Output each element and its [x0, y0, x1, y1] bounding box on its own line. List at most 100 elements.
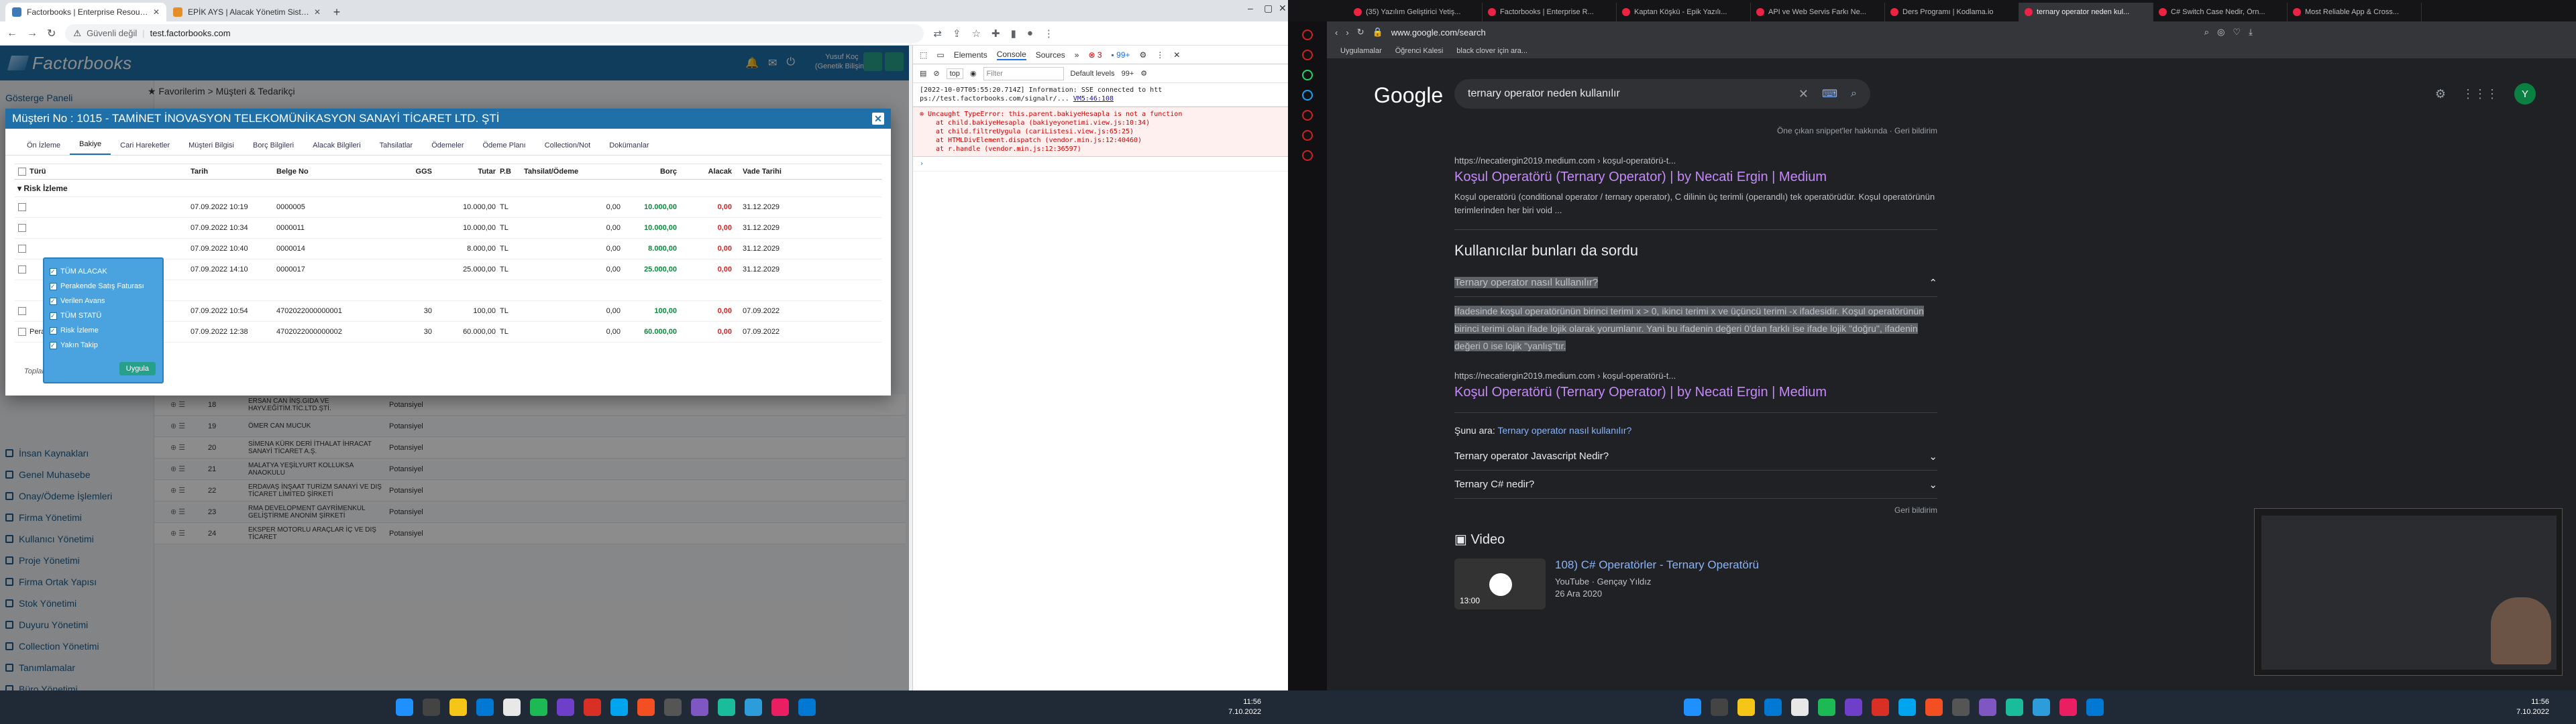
twitter-icon[interactable] — [1302, 90, 1313, 101]
close-icon[interactable]: ✕ — [872, 113, 884, 125]
filter-option[interactable]: ✓ Yakın Takip — [50, 338, 157, 353]
row-checkbox[interactable] — [15, 245, 30, 253]
modal-tab[interactable]: Borç Bilgileri — [244, 141, 303, 155]
taskbar-app-icon[interactable] — [423, 699, 440, 716]
search-icon[interactable]: ⌕ — [1851, 88, 1857, 100]
minimize-icon[interactable]: – — [1248, 3, 1253, 13]
dock-icon[interactable]: ⋮ — [1156, 50, 1164, 60]
taskbar-app-icon[interactable] — [2006, 699, 2023, 716]
result-title-link[interactable]: Koşul Operatörü (Ternary Operator) | by … — [1454, 385, 1937, 400]
row-checkbox[interactable] — [15, 224, 30, 232]
filter-option[interactable]: ✓ TÜM ALACAK — [50, 264, 157, 279]
filter-option[interactable]: ✓ TÜM STATÜ — [50, 308, 157, 323]
taskbar-app-icon[interactable] — [718, 699, 735, 716]
taskbar-app-icon[interactable] — [610, 699, 628, 716]
sidebar-toggle-icon[interactable]: ▤ — [920, 69, 926, 78]
context-select[interactable]: top — [946, 68, 963, 79]
taskbar-app-icon[interactable] — [1684, 699, 1701, 716]
settings-icon[interactable]: ⚙ — [1140, 50, 1147, 60]
taskbar-app-icon[interactable] — [1737, 699, 1755, 716]
browser-tab[interactable]: API ve Web Servis Farkı Ne... — [1751, 3, 1885, 21]
modal-tab[interactable]: Müşteri Bilgisi — [179, 141, 244, 155]
search-box[interactable]: ternary operator neden kullanılır ✕ ⌨ ⌕ — [1454, 79, 1870, 109]
url-field[interactable]: ⚠ Güvenli değil | test.factorbooks.com — [65, 23, 924, 43]
filter-checkbox[interactable]: ✓ — [50, 312, 57, 320]
featured-snippet-note[interactable]: Öne çıkan snippet'ler hakkında · Geri bi… — [1454, 126, 1937, 135]
taskbar-app-icon[interactable] — [449, 699, 467, 716]
apply-button[interactable]: Uygula — [119, 362, 156, 375]
row-checkbox[interactable] — [15, 265, 30, 274]
taskbar-app-icon[interactable] — [396, 699, 413, 716]
console-prompt[interactable]: › — [913, 157, 1288, 172]
back-icon[interactable]: ‹ — [1335, 27, 1338, 38]
col-collection[interactable]: Tahsilat/Ödeme — [524, 168, 625, 176]
filter-option[interactable]: ✓ Risk İzleme — [50, 323, 157, 338]
home-icon[interactable] — [1302, 29, 1313, 40]
heart-icon[interactable]: ♡ — [2233, 27, 2241, 38]
taskbar-app-icon[interactable] — [1898, 699, 1916, 716]
star-icon[interactable]: ☆ — [972, 27, 981, 40]
more-tabs-icon[interactable]: » — [1075, 50, 1079, 60]
row-checkbox[interactable] — [15, 203, 30, 211]
eye-icon[interactable]: ◉ — [970, 69, 977, 78]
taskbar-app-icon[interactable] — [530, 699, 547, 716]
feedback-link[interactable]: Geri bildirim — [1454, 505, 1937, 515]
browser-tab[interactable]: Ders Programı | Kodlama.io — [1885, 3, 2019, 21]
select-all-checkbox[interactable] — [15, 168, 30, 176]
profile-icon[interactable]: ● — [1027, 27, 1033, 40]
issues-count[interactable]: ▪ 99+ — [1112, 50, 1130, 60]
filter-checkbox[interactable]: ✓ — [50, 297, 57, 305]
video-thumbnail[interactable]: 13:00 — [1454, 558, 1546, 609]
grid-row[interactable]: 07.09.2022 10:40 0000014 8.000,00 TL 0,00 8.0… — [15, 239, 881, 259]
result-url[interactable]: https://necatiergin2019.medium.com › koş… — [1454, 371, 1937, 381]
stack-line[interactable]: at HTMLDivElement.dispatch (vendor.min.j… — [920, 136, 1281, 145]
browser-tab[interactable]: Kaptan Köşkü - Epik Yazılı... — [1617, 3, 1751, 21]
modal-tab[interactable]: Cari Hareketler — [111, 141, 179, 155]
taskbar-app-icon[interactable] — [1711, 699, 1728, 716]
close-window-icon[interactable]: ✕ — [1279, 3, 1287, 14]
tab-epik-ays[interactable]: EPİK AYS | Alacak Yönetim Siste... ✕ — [166, 3, 327, 21]
taskbar-app-icon[interactable] — [1791, 699, 1809, 716]
instagram-icon[interactable] — [1302, 110, 1313, 121]
taskbar-app-icon[interactable] — [637, 699, 655, 716]
col-amount[interactable]: Tutar — [436, 168, 500, 176]
close-tab-icon[interactable]: ✕ — [314, 7, 321, 17]
video-title[interactable]: 108) C# Operatörler - Ternary Operatörü — [1555, 558, 1759, 572]
menu-icon[interactable]: ⋮ — [1044, 27, 1054, 40]
group-header[interactable]: ▾ Risk İzleme — [15, 180, 881, 197]
modal-tab[interactable]: Ödemeler — [422, 141, 473, 155]
tab-sources[interactable]: Sources — [1036, 50, 1065, 60]
taskbar-app-icon[interactable] — [557, 699, 574, 716]
filter-checkbox[interactable]: ✓ — [50, 326, 57, 335]
col-ggs[interactable]: GGS — [411, 168, 436, 176]
taskbar-app-icon[interactable] — [1925, 699, 1943, 716]
taskbar-app-icon[interactable] — [691, 699, 708, 716]
download-icon[interactable]: ⤓ — [2249, 27, 2253, 38]
taskbar-app-icon[interactable] — [476, 699, 494, 716]
browser-tab[interactable]: (35) Yazılım Geliştirici Yetiş... — [1348, 3, 1483, 21]
taskbar-app-icon[interactable] — [745, 699, 762, 716]
search-icon[interactable]: ⌕ — [2204, 27, 2209, 38]
video-result[interactable]: 13:00 108) C# Operatörler - Ternary Oper… — [1454, 558, 1937, 609]
close-tab-icon[interactable]: ✕ — [153, 7, 160, 17]
forward-icon[interactable]: › — [1346, 27, 1348, 38]
filter-checkbox[interactable]: ✓ — [50, 267, 57, 276]
modal-tab[interactable]: Tahsilatlar — [370, 141, 423, 155]
bookmark-ogrenci[interactable]: Öğrenci Kalesi — [1395, 47, 1444, 55]
history-icon[interactable] — [1302, 130, 1313, 141]
modal-tab[interactable]: Dokümanlar — [600, 141, 658, 155]
col-doc[interactable]: Belge No — [276, 168, 411, 176]
share-icon[interactable]: ⇪ — [953, 27, 961, 40]
tab-elements[interactable]: Elements — [954, 50, 987, 60]
tab-console[interactable]: Console — [996, 50, 1026, 60]
close-devtools-icon[interactable]: ✕ — [1173, 50, 1180, 60]
console-settings-icon[interactable]: ⚙ — [1140, 69, 1147, 78]
taskbar-app-icon[interactable] — [798, 699, 816, 716]
taskbar-clock[interactable]: 11:56 7.10.2022 — [2516, 697, 2549, 717]
apps-grid-icon[interactable]: ⋮⋮⋮ — [2462, 87, 2498, 101]
gear-icon[interactable]: ⚙ — [2435, 87, 2446, 101]
clear-search-icon[interactable]: ✕ — [1799, 87, 1809, 101]
translate-icon[interactable]: ⇄ — [933, 27, 942, 40]
grid-row[interactable]: 07.09.2022 10:19 0000005 10.000,00 TL 0,00 10… — [15, 197, 881, 218]
extensions-icon[interactable]: ✚ — [991, 27, 1000, 40]
